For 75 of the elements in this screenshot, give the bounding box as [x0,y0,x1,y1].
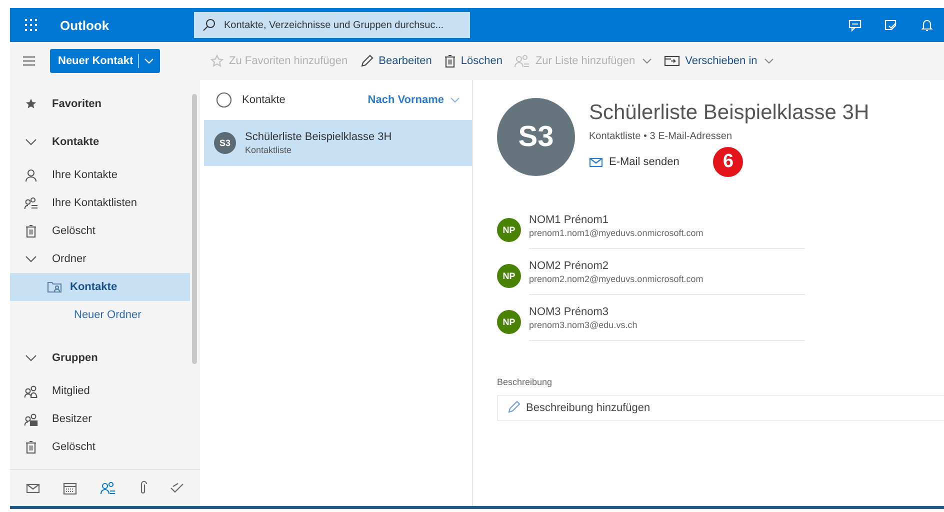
sidebar-item[interactable]: Gelöscht [10,433,190,461]
toolbar-button[interactable]: Löschen [438,47,508,75]
step-badge: 6 [713,147,744,177]
menu-icon[interactable] [22,55,36,67]
sidebar-item[interactable]: Ihre Kontakte [10,161,190,189]
people-icon [24,384,38,398]
sidebar-item[interactable]: Gruppen [52,352,98,364]
sidebar-item[interactable]: Kontakte [10,273,190,301]
sidebar-item[interactable]: Gelöscht [10,217,190,245]
pencil-icon [360,54,374,68]
bell-icon[interactable] [920,18,934,32]
member-name: NOM1 Prénom1 [529,214,610,226]
search-icon [202,18,216,32]
contact-list-item[interactable]: S3 Schülerliste Beispielklasse 3H Kontaktliste [204,120,472,166]
calendar-icon[interactable] [62,482,77,494]
sidebar-item[interactable]: Besitzer [10,405,190,433]
toolbar-button[interactable]: Bearbeiten [354,47,438,75]
avatar: NP [497,264,521,288]
caret-icon [144,58,154,64]
paperclip-icon[interactable] [139,481,148,495]
chevron-icon[interactable] [25,255,37,263]
description-label: Beschreibung [497,377,554,387]
trash-icon [25,440,37,454]
select-all-checkbox[interactable] [216,92,232,108]
send-email-link[interactable]: E-Mail senden [589,156,680,168]
new-contact-button[interactable]: Neuer Kontakt [50,49,160,73]
new-folder-link[interactable]: Neuer Ordner [74,309,142,321]
star-icon [25,98,37,110]
app-name[interactable]: Outlook [60,18,194,32]
sidebar-item[interactable]: Ihre Kontaktlisten [10,189,190,217]
chevron-icon[interactable] [25,354,37,362]
sidebar-item[interactable]: Mitglied [10,377,190,405]
contact-name: Schülerliste Beispielklasse 3H [245,131,392,143]
chat-icon[interactable] [848,18,862,32]
mail-icon [589,156,603,168]
contact-list-meta: Kontaktliste • 3 E-Mail-Adressen [589,131,734,142]
scrollbar[interactable] [192,94,197,364]
pencil-icon [507,400,521,414]
avatar: S3 [497,98,575,176]
toolbar-button[interactable]: Verschieben in [658,47,780,75]
member-name: NOM2 Prénom2 [529,260,610,272]
member-email: prenom1.nom1@myeduvs.onmicrosoft.com [529,228,704,238]
people-icon [514,54,530,68]
sidebar-item[interactable]: Ordner [52,253,86,265]
folder-move-icon [664,55,680,67]
contact-type: Kontaktliste [245,145,293,155]
folder-person-icon [47,281,62,293]
sort-dropdown[interactable]: Nach Vorname [368,94,460,106]
contact-list-name: Schülerliste Beispielklasse 3H [589,101,870,125]
description-field[interactable]: Beschreibung hinzufügen [497,395,944,421]
caret-icon [450,97,460,103]
caret-icon [642,58,652,64]
list-title: Kontakte [242,94,286,106]
star-icon [210,54,224,68]
mail-icon[interactable] [26,482,40,494]
trash-icon [25,224,37,238]
avatar: S3 [214,132,236,154]
people-list-icon [24,196,38,210]
avatar: NP [497,218,521,242]
member-name: NOM3 Prénom3 [529,306,610,318]
sidebar-item[interactable]: Kontakte [52,136,100,148]
people-icon [24,412,38,426]
grid-icon[interactable] [24,18,38,32]
note-check-icon[interactable] [884,18,898,32]
caret-icon [764,58,774,64]
search-field[interactable]: Kontakte, Verzeichnisse und Gruppen durchsuc... [194,12,470,38]
member-email: prenom2.nom2@myeduvs.onmicrosoft.com [529,274,704,284]
trash-icon [444,54,456,68]
chevron-icon[interactable] [25,138,37,146]
sidebar-item[interactable]: Favoriten [52,98,102,110]
checkmark-icon[interactable] [170,482,184,494]
person-icon [25,168,37,182]
people-icon[interactable] [100,481,116,495]
member-email: prenom3.nom3@edu.vs.ch [529,320,638,330]
avatar: NP [497,310,521,334]
